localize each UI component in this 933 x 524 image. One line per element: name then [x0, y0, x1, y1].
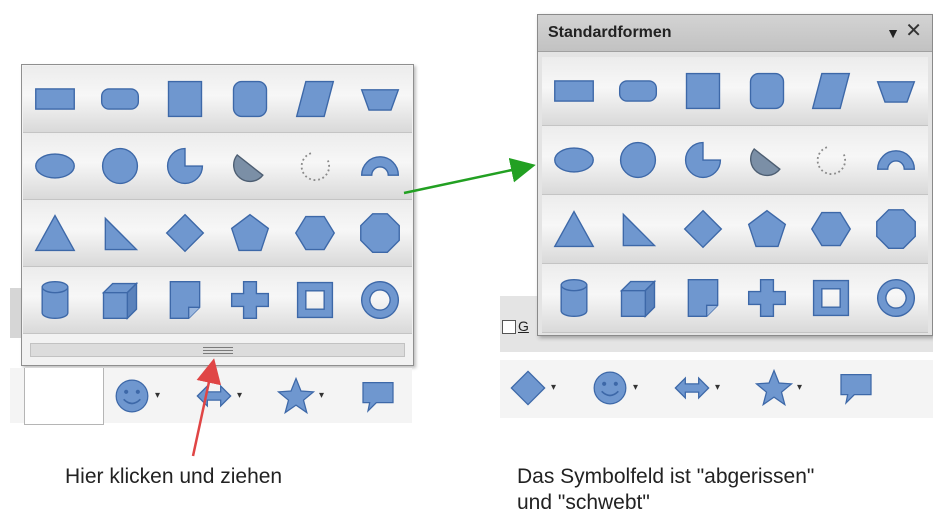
shape-row	[542, 126, 928, 195]
hexagon-icon[interactable]	[805, 204, 857, 254]
folded-corner-icon[interactable]	[677, 273, 729, 323]
caption-right-line1: Das Symbolfeld ist "abgerissen"	[517, 465, 815, 488]
window-menu-icon[interactable]: ▼	[886, 25, 900, 41]
cylinder-icon[interactable]	[548, 273, 600, 323]
smiley-icon	[590, 368, 630, 408]
red-pointer-arrow	[191, 358, 222, 457]
chevron-down-icon[interactable]: ▾	[633, 382, 638, 393]
caption-right: Das Symbolfeld ist "abgerissen" und "sch…	[517, 464, 933, 516]
shape-row	[542, 195, 928, 264]
chevron-down-icon[interactable]: ▾	[797, 382, 802, 393]
right-triangle-icon[interactable]	[612, 204, 664, 254]
block-arc-icon[interactable]	[870, 135, 922, 185]
close-icon[interactable]: ✕	[905, 21, 922, 41]
circle-pie-icon[interactable]	[677, 135, 729, 185]
double-arrow-icon	[672, 368, 712, 408]
checkbox[interactable]	[502, 320, 516, 334]
toolbar-button-smiley[interactable]: ▾	[590, 360, 638, 415]
toolbar-fragment-label: G	[518, 318, 529, 334]
toolbar-button-callout[interactable]	[836, 360, 876, 415]
star-icon	[754, 368, 794, 408]
chevron-down-icon[interactable]: ▾	[715, 382, 720, 393]
caption-right-line2: und "schwebt"	[517, 491, 650, 514]
ellipse-segment-icon[interactable]	[741, 135, 793, 185]
floating-shapes-window[interactable]: Standardformen ▼ ✕	[537, 14, 933, 336]
parallelogram-icon[interactable]	[805, 66, 857, 116]
arc-icon[interactable]	[805, 135, 857, 185]
drawing-toolbar-right: ▾ ▾ ▾ ▾	[500, 360, 933, 418]
shape-row	[542, 57, 928, 126]
cross-icon[interactable]	[741, 273, 793, 323]
diamond-icon	[508, 368, 548, 408]
callout-icon	[836, 368, 876, 408]
rounded-square-icon[interactable]	[741, 66, 793, 116]
toolbar-button-double-arrow[interactable]: ▾	[672, 360, 720, 415]
shape-row	[542, 264, 928, 333]
window-titlebar[interactable]: Standardformen ▼ ✕	[538, 15, 932, 52]
cube-icon[interactable]	[612, 273, 664, 323]
shape-grid-floating	[542, 57, 928, 333]
chevron-down-icon[interactable]: ▾	[551, 382, 556, 393]
trapezoid-icon[interactable]	[870, 66, 922, 116]
rectangle-icon[interactable]	[548, 66, 600, 116]
toolbar-button-star[interactable]: ▾	[754, 360, 802, 415]
ring-icon[interactable]	[870, 273, 922, 323]
pentagon-icon[interactable]	[741, 204, 793, 254]
rounded-rectangle-icon[interactable]	[612, 66, 664, 116]
toolbar-button-diamond[interactable]: ▾	[508, 360, 556, 415]
frame-icon[interactable]	[805, 273, 857, 323]
caption-left: Hier klicken und ziehen	[65, 465, 283, 488]
diamond-icon[interactable]	[677, 204, 729, 254]
triangle-icon[interactable]	[548, 204, 600, 254]
circle-icon[interactable]	[612, 135, 664, 185]
window-title: Standardformen	[548, 24, 672, 41]
ellipse-icon[interactable]	[548, 135, 600, 185]
square-icon[interactable]	[677, 66, 729, 116]
octagon-icon[interactable]	[870, 204, 922, 254]
green-move-arrow	[403, 157, 536, 195]
